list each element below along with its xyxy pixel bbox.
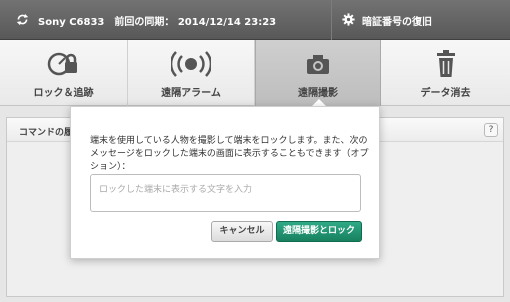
alarm-icon: [171, 51, 211, 77]
device-sync-status: Sony C6833 前回の同期： 2014/12/14 23:23: [38, 17, 277, 28]
lock-message-input[interactable]: [90, 174, 361, 212]
tab-data-wipe[interactable]: データ消去: [381, 40, 510, 106]
tab-remote-alarm-label: 遠隔アラーム: [161, 88, 221, 99]
remote-photo-popup: 端末を使用している人物を撮影して端末をロックします。また、次のメッセージをロック…: [70, 106, 380, 259]
tab-remote-photo-label: 遠隔撮影: [298, 88, 338, 99]
camera-icon: [307, 55, 329, 74]
help-button[interactable]: ?: [484, 123, 498, 137]
command-history-title: コマンドの履: [19, 128, 74, 138]
lock-locate-icon: [47, 52, 77, 76]
trash-icon: [436, 50, 455, 77]
gear-icon[interactable]: [342, 13, 355, 26]
pin-recovery-link[interactable]: 暗証番号の復旧: [362, 13, 432, 28]
tab-remote-alarm[interactable]: 遠隔アラーム: [128, 40, 255, 106]
topbar-divider: [331, 0, 332, 40]
popup-message: 端末を使用している人物を撮影して端末をロックします。また、次のメッセージをロック…: [90, 136, 369, 172]
top-bar: Sony C6833 前回の同期： 2014/12/14 23:23 暗証番号の…: [0, 0, 510, 40]
sync-icon[interactable]: [16, 13, 29, 26]
tab-lock-locate-label: ロック＆追跡: [33, 88, 94, 99]
tab-lock-locate[interactable]: ロック＆追跡: [0, 40, 128, 106]
tab-data-wipe-label: データ消去: [420, 88, 471, 99]
tab-remote-photo[interactable]: 遠隔撮影: [255, 40, 381, 106]
cancel-button[interactable]: キャンセル: [211, 221, 273, 242]
command-tabs: ロック＆追跡 遠隔アラーム 遠隔撮影 データ消去: [0, 40, 510, 106]
remote-photo-lock-button[interactable]: 遠隔撮影とロック: [276, 221, 362, 242]
